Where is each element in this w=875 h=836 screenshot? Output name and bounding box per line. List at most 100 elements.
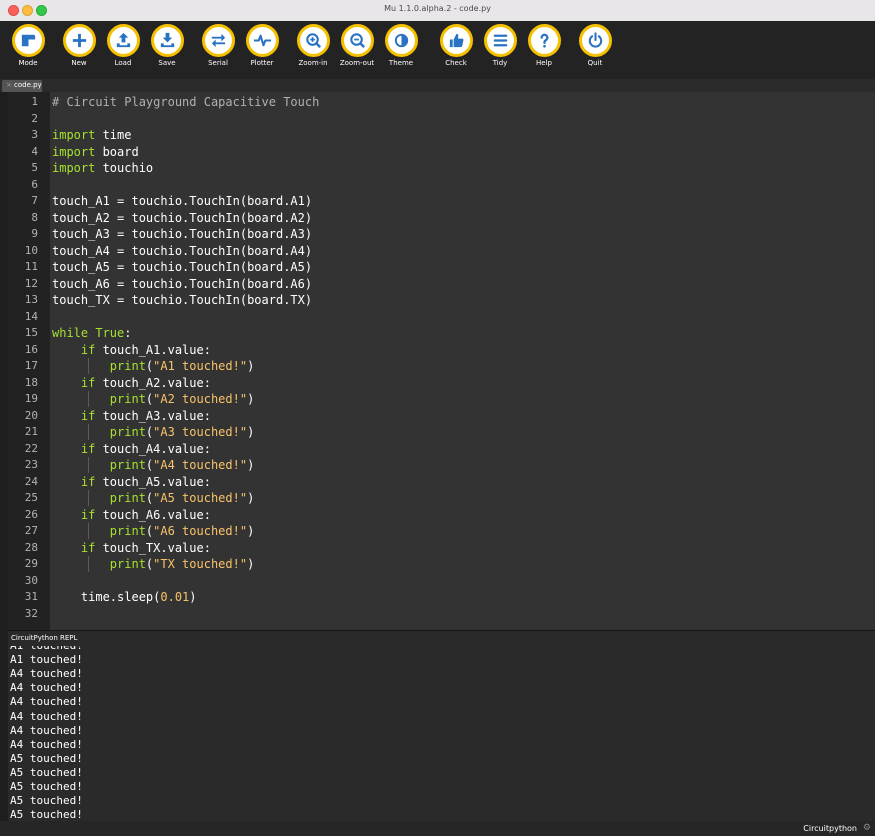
repl-line: A4 touched! (10, 737, 83, 751)
code-token: ) (247, 458, 255, 472)
code-token: import (52, 161, 96, 175)
line-number: 23 (24, 458, 38, 471)
gear-icon[interactable]: ⚙ (863, 823, 871, 833)
code-token: touch_TX.value: (95, 540, 211, 555)
code-editor[interactable]: 1 # Circuit Playground Capacitive Touch 2 3… (8, 92, 875, 630)
code-line: # Circuit Playground Capacitive Touch (52, 94, 319, 110)
code-token: touch_A6 = touchio.TouchIn(board.A6) (52, 276, 313, 291)
line-number: 18 (24, 375, 38, 389)
line-number: 28 (24, 540, 38, 554)
plotter-label: Plotter (250, 59, 274, 67)
line-number: 27 (24, 524, 38, 537)
line-number: 12 (24, 276, 38, 290)
code-token: if (80, 375, 96, 390)
line-number: 4 (31, 144, 38, 158)
serial-button[interactable]: Serial (196, 24, 240, 76)
line-number: 10 (24, 243, 38, 257)
line-number: 29 (24, 557, 38, 570)
plotter-button[interactable]: Plotter (240, 24, 284, 76)
code-token: if (80, 507, 96, 522)
code-token: import (52, 128, 96, 142)
new-button[interactable]: New (57, 24, 101, 76)
line-number: 5 (31, 161, 38, 174)
tab-close-icon[interactable]: × (6, 81, 12, 89)
repl-line: A5 touched! (10, 765, 83, 779)
list-icon (483, 24, 517, 57)
repl-header: CircuitPython REPL (8, 630, 875, 646)
code-token: : (124, 326, 132, 340)
line-number: 1 (31, 95, 38, 108)
code-line: print("TX touched!") (52, 556, 255, 572)
indent-guide (88, 523, 89, 539)
line-number: 7 (31, 194, 38, 207)
code-token: 0.01 (160, 590, 190, 604)
code-line: print("A6 touched!") (52, 523, 255, 539)
toolbar: Mode New Load Save Serial Plotter Zoom-i… (0, 21, 875, 79)
code-token: ) (247, 425, 255, 439)
theme-button[interactable]: Theme (379, 24, 423, 76)
load-label: Load (114, 59, 132, 67)
code-line: import touchio (52, 160, 153, 176)
tab-bar: × code.py (0, 79, 875, 92)
line-number: 3 (31, 128, 38, 141)
code-token: print (109, 392, 146, 406)
title-bar: Mu 1.1.0.alpha.2 - code.py (0, 0, 875, 22)
line-number: 32 (24, 606, 38, 620)
help-button[interactable]: Help (522, 24, 566, 76)
repl-line: A5 touched! (10, 751, 83, 765)
zoom-in-button[interactable]: Zoom-in (291, 24, 335, 76)
code-line: if touch_TX.value: (52, 540, 211, 556)
line-number: 22 (24, 441, 38, 455)
new-label: New (71, 59, 87, 67)
code-token: ) (247, 524, 255, 538)
mode-button[interactable]: Mode (6, 24, 50, 76)
code-token: print (109, 458, 146, 472)
tab-code-py[interactable]: × code.py (2, 80, 42, 92)
line-number: 14 (24, 309, 38, 323)
code-line: if touch_A5.value: (52, 474, 211, 490)
indent-guide (88, 490, 89, 506)
code-line: touch_A6 = touchio.TouchIn(board.A6) (52, 276, 312, 292)
code-token: time.sleep( (52, 590, 161, 604)
zoom-out-label: Zoom-out (339, 59, 375, 67)
code-token: touch_A3.value: (95, 408, 211, 423)
serial-label: Serial (208, 59, 228, 67)
code-token: print (109, 359, 146, 373)
repl-line: A1 touched! (10, 646, 83, 652)
save-button[interactable]: Save (145, 24, 189, 76)
code-line: touch_TX = touchio.TouchIn(board.TX) (52, 292, 312, 308)
repl-output[interactable]: A1 touched!A1 touched!A4 touched!A4 touc… (8, 646, 875, 821)
quit-button[interactable]: Quit (573, 24, 617, 76)
line-number: 17 (24, 359, 38, 372)
code-token: if (80, 441, 96, 456)
mode-indicator[interactable]: Circuitpython (803, 824, 857, 833)
tidy-button[interactable]: Tidy (478, 24, 522, 76)
arrows-icon (201, 24, 235, 57)
line-number: 6 (31, 177, 38, 191)
code-line: print("A1 touched!") (52, 358, 255, 374)
indent-guide (88, 358, 89, 374)
line-number: 19 (24, 392, 38, 405)
code-line: if touch_A2.value: (52, 375, 211, 391)
load-button[interactable]: Load (101, 24, 145, 76)
code-line: import board (52, 144, 139, 160)
code-token: print (109, 557, 146, 571)
zoom-in-icon (296, 24, 330, 57)
zoom-out-icon (340, 24, 374, 57)
code-line: time.sleep(0.01) (52, 589, 197, 605)
code-token: time (95, 128, 132, 142)
status-bar: Circuitpython ⚙ (0, 821, 875, 836)
tab-label: code.py (14, 81, 42, 89)
repl-line: A1 touched! (10, 653, 83, 667)
mode-label: Mode (18, 59, 38, 67)
zoom-out-button[interactable]: Zoom-out (335, 24, 379, 76)
help-label: Help (536, 59, 552, 67)
code-token: "A2 touched!" (153, 392, 248, 406)
check-button[interactable]: Check (434, 24, 478, 76)
line-number: 26 (24, 507, 38, 521)
repl-line: A5 touched! (10, 808, 83, 821)
